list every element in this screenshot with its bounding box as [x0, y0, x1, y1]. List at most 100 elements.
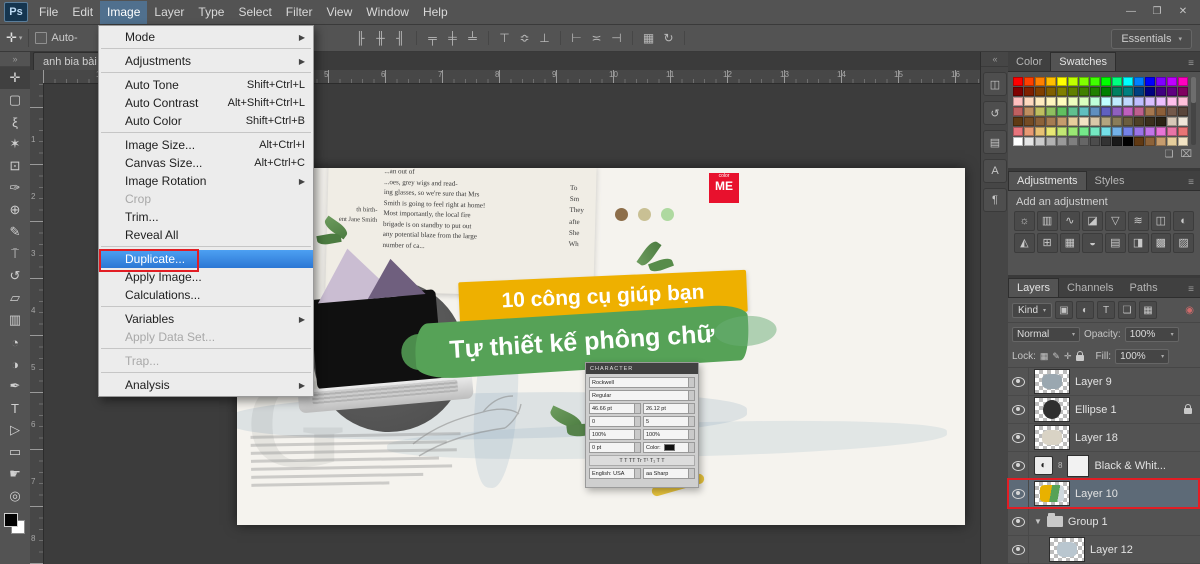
- menu-item-apply-data-set[interactable]: Apply Data Set...: [99, 328, 313, 346]
- color-swatch[interactable]: [1068, 137, 1078, 146]
- layer-row-ellipse-1[interactable]: Ellipse 1: [1008, 396, 1200, 424]
- vibrance-icon[interactable]: ▽: [1105, 211, 1126, 231]
- color-swatch[interactable]: [1046, 87, 1056, 96]
- color-swatch[interactable]: [1101, 127, 1111, 136]
- color-swatch[interactable]: [1068, 87, 1078, 96]
- color-lookup-icon[interactable]: ▦: [1060, 233, 1081, 253]
- menu-filter[interactable]: Filter: [279, 1, 320, 24]
- layer-row-layer-18[interactable]: Layer 18: [1008, 424, 1200, 452]
- new-swatch-button[interactable]: ❏: [1165, 149, 1174, 160]
- levels-icon[interactable]: ▥: [1037, 211, 1058, 231]
- restore-button[interactable]: ❐: [1144, 1, 1170, 23]
- menu-select[interactable]: Select: [231, 1, 278, 24]
- quick-selection-tool[interactable]: ✶: [0, 133, 30, 155]
- menu-file[interactable]: File: [32, 1, 65, 24]
- menu-item-auto-color[interactable]: Auto ColorShift+Ctrl+B: [99, 112, 313, 130]
- distribute-vertical-centers-icon[interactable]: ≎: [517, 31, 532, 45]
- color-swatch[interactable]: [1134, 117, 1144, 126]
- color-swatch[interactable]: [1178, 137, 1188, 146]
- lock-pixels-icon[interactable]: ✎: [1052, 351, 1060, 362]
- distribute-left-edges-icon[interactable]: ⊢: [569, 31, 584, 45]
- color-swatch[interactable]: [1035, 127, 1045, 136]
- color-swatch[interactable]: [1068, 117, 1078, 126]
- color-swatch[interactable]: [1079, 77, 1089, 86]
- color-swatch[interactable]: [1024, 87, 1034, 96]
- color-swatch[interactable]: [1013, 77, 1023, 86]
- color-swatch[interactable]: [1167, 77, 1177, 86]
- spot-healing-brush-tool[interactable]: ⊕: [0, 199, 30, 221]
- auto-align-layers-icon[interactable]: ▦: [641, 31, 656, 45]
- rectangle-tool[interactable]: ▭: [0, 441, 30, 463]
- visibility-toggle[interactable]: [1008, 536, 1029, 563]
- opacity-field[interactable]: 100%▾: [1125, 327, 1179, 342]
- toolbar-collapse-icon[interactable]: »: [0, 52, 30, 67]
- visibility-toggle[interactable]: [1008, 452, 1029, 479]
- color-swatch[interactable]: [1156, 117, 1166, 126]
- menu-item-duplicate[interactable]: Duplicate...: [99, 250, 313, 268]
- color-swatch[interactable]: [1079, 137, 1089, 146]
- color-swatch[interactable]: [1035, 117, 1045, 126]
- hue-saturation-icon[interactable]: ≋: [1128, 211, 1149, 231]
- lock-all-icon[interactable]: [1076, 355, 1084, 361]
- color-swatch[interactable]: [1178, 97, 1188, 106]
- color-swatch[interactable]: [1101, 97, 1111, 106]
- color-swatch[interactable]: [1123, 137, 1133, 146]
- color-swatch[interactable]: [1156, 137, 1166, 146]
- lock-transparency-icon[interactable]: ▦: [1040, 351, 1049, 362]
- workspace-switcher[interactable]: Essentials: [1111, 29, 1192, 49]
- menu-item-auto-contrast[interactable]: Auto ContrastAlt+Shift+Ctrl+L: [99, 94, 313, 112]
- color-swatch[interactable]: [1101, 117, 1111, 126]
- color-swatch[interactable]: [1079, 107, 1089, 116]
- layer-row-black-whit[interactable]: ◐8Black & Whit...: [1008, 452, 1200, 480]
- color-swatch[interactable]: [1112, 127, 1122, 136]
- delete-swatch-button[interactable]: ⌧: [1180, 149, 1192, 160]
- color-swatch[interactable]: [1112, 97, 1122, 106]
- posterize-icon[interactable]: ▤: [1105, 233, 1126, 253]
- menu-item-calculations[interactable]: Calculations...: [99, 286, 313, 304]
- color-swatch[interactable]: [1145, 127, 1155, 136]
- crop-tool[interactable]: ⊡: [0, 155, 30, 177]
- color-swatch[interactable]: [1112, 137, 1122, 146]
- color-swatch[interactable]: [1068, 107, 1078, 116]
- color-swatch[interactable]: [1112, 107, 1122, 116]
- color-swatch[interactable]: [1090, 107, 1100, 116]
- menu-item-mode[interactable]: Mode▶: [99, 28, 313, 46]
- history-brush-tool[interactable]: ↺: [0, 265, 30, 287]
- character-panel-icon[interactable]: A: [983, 159, 1007, 183]
- foreground-color-swatch[interactable]: [4, 513, 18, 527]
- color-swatch[interactable]: [1167, 137, 1177, 146]
- distribute-right-edges-icon[interactable]: ⊣: [609, 31, 624, 45]
- brightness-contrast-icon[interactable]: ☼: [1014, 211, 1035, 231]
- menu-item-auto-tone[interactable]: Auto ToneShift+Ctrl+L: [99, 76, 313, 94]
- clone-stamp-tool[interactable]: ⍑: [0, 243, 30, 265]
- color-swatch[interactable]: [1013, 137, 1023, 146]
- swatches-scrollbar[interactable]: [1191, 77, 1196, 145]
- color-swatch[interactable]: [1178, 77, 1188, 86]
- menu-help[interactable]: Help: [416, 1, 455, 24]
- color-swatch[interactable]: [1123, 87, 1133, 96]
- exposure-icon[interactable]: ◪: [1082, 211, 1103, 231]
- menu-layer[interactable]: Layer: [147, 1, 191, 24]
- rectangular-marquee-tool[interactable]: ▢: [0, 89, 30, 111]
- move-tool[interactable]: ✛: [0, 67, 30, 89]
- color-swatch[interactable]: [1035, 97, 1045, 106]
- color-swatch[interactable]: [1134, 107, 1144, 116]
- layer-row-layer-9[interactable]: Layer 9: [1008, 368, 1200, 396]
- rotate-view-icon[interactable]: ↻: [661, 31, 676, 45]
- color-swatch[interactable]: [1156, 87, 1166, 96]
- color-swatch[interactable]: [1090, 97, 1100, 106]
- filter-kind-select[interactable]: Kind: [1012, 303, 1052, 318]
- color-swatch[interactable]: [1145, 137, 1155, 146]
- filter-adjustment-layers-icon[interactable]: ◐: [1076, 301, 1094, 319]
- design-document[interactable]: G th birth-ent Jane Smith ...an out of..…: [237, 168, 965, 525]
- color-swatch[interactable]: [1167, 127, 1177, 136]
- tab-channels[interactable]: Channels: [1059, 279, 1121, 297]
- filter-pixel-layers-icon[interactable]: ▣: [1055, 301, 1073, 319]
- color-swatch[interactable]: [1156, 97, 1166, 106]
- channel-mixer-icon[interactable]: ⊞: [1037, 233, 1058, 253]
- panel-menu-icon[interactable]: ≡: [1182, 175, 1200, 190]
- photo-filter-icon[interactable]: ◭: [1014, 233, 1035, 253]
- align-vertical-centers-icon[interactable]: ╪: [445, 31, 460, 45]
- color-swatch[interactable]: [1068, 77, 1078, 86]
- app-logo[interactable]: Ps: [4, 2, 28, 22]
